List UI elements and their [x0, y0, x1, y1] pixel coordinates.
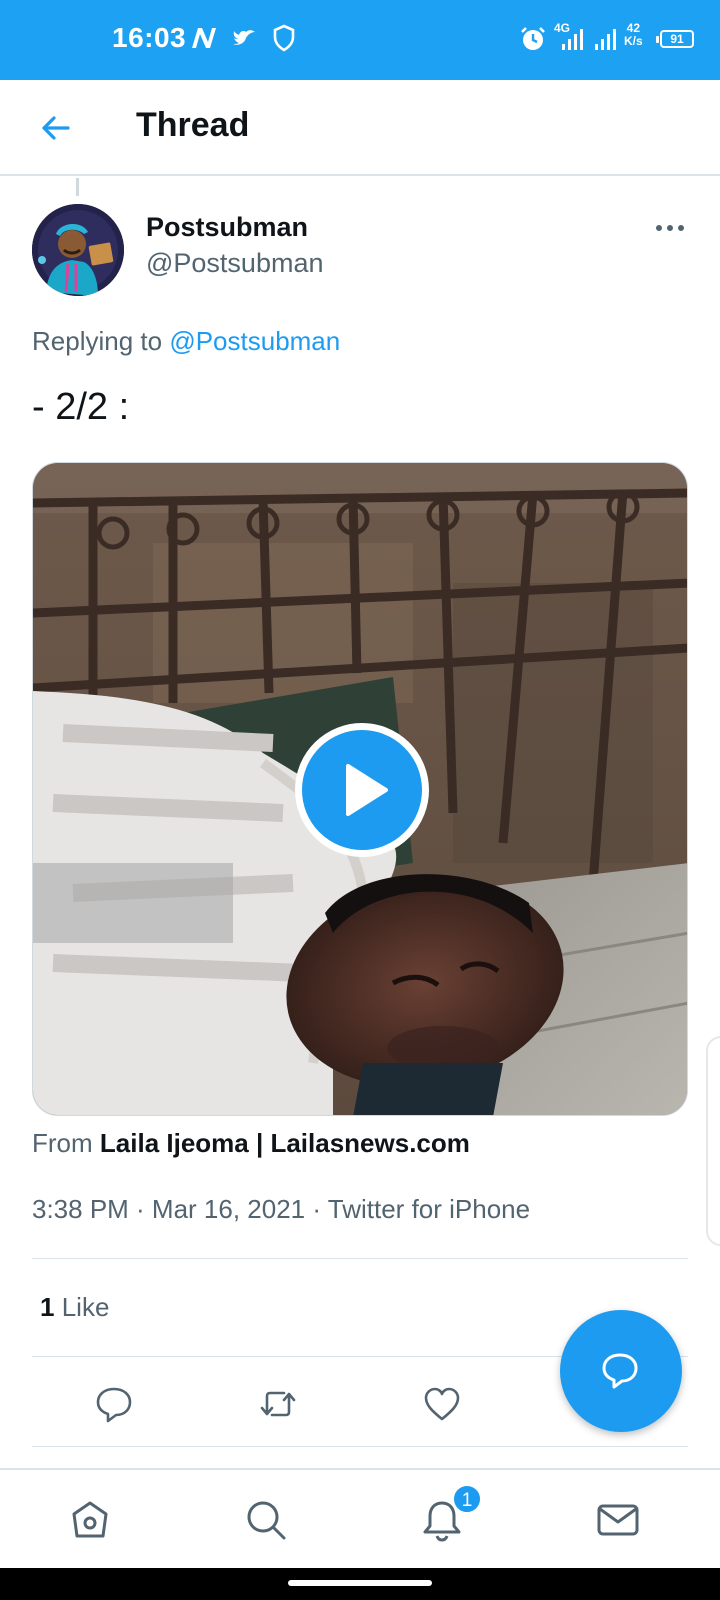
compose-reply-button[interactable]	[560, 1310, 682, 1432]
status-bar: 16:03 4G 42 K/s 91	[0, 0, 720, 80]
avatar-illustration	[32, 204, 124, 296]
twitter-bird-icon	[233, 30, 255, 45]
battery-indicator: 91	[656, 30, 694, 48]
play-icon	[346, 764, 388, 816]
likes-summary[interactable]: 1 Like	[40, 1292, 109, 1323]
search-icon[interactable]	[244, 1498, 288, 1542]
tweet-text: - 2/2 :	[32, 386, 130, 428]
system-gesture-bar	[0, 1568, 720, 1600]
replying-mention-link[interactable]: @Postsubman	[169, 326, 340, 356]
messages-icon[interactable]	[596, 1498, 640, 1542]
media-source: From Laila Ijeoma | Lailasnews.com	[32, 1128, 470, 1159]
alarm-icon	[521, 27, 545, 50]
like-label: Like	[61, 1292, 110, 1322]
replying-prefix: Replying to	[32, 326, 163, 356]
source-prefix: From	[32, 1128, 93, 1158]
tweet-timestamp[interactable]: 3:38 PM · Mar 16, 2021 · Twitter for iPh…	[32, 1194, 530, 1225]
more-options-icon[interactable]	[654, 216, 686, 240]
status-time: 16:03	[112, 22, 187, 53]
reply-icon[interactable]	[94, 1384, 134, 1424]
retweet-icon[interactable]	[258, 1384, 298, 1424]
play-video-button[interactable]	[295, 723, 429, 857]
heart-icon[interactable]	[422, 1384, 462, 1424]
signal-icon	[595, 29, 616, 50]
avatar[interactable]	[32, 204, 124, 296]
author-handle[interactable]: @Postsubman	[146, 248, 324, 279]
author-name[interactable]: Postsubman	[146, 212, 308, 243]
shield-icon	[273, 24, 295, 52]
thread-connector-line	[76, 178, 79, 196]
replying-to: Replying to @Postsubman	[32, 326, 340, 357]
divider	[32, 1446, 688, 1447]
edge-panel-handle[interactable]	[706, 1036, 720, 1246]
like-count: 1	[40, 1292, 55, 1322]
bottom-navigation: 1	[0, 1468, 720, 1568]
page-title: Thread	[136, 106, 250, 144]
video-thumbnail[interactable]	[32, 462, 688, 1116]
divider	[32, 1258, 688, 1259]
notification-badge: 1	[452, 1484, 482, 1514]
compose-reply-icon	[602, 1353, 638, 1389]
home-icon[interactable]	[68, 1498, 112, 1542]
network-speed: 42 K/s	[624, 21, 643, 48]
signal-icon	[562, 29, 583, 50]
thread-header: Thread	[0, 80, 720, 176]
news-app-icon	[192, 28, 216, 48]
home-gesture-pill[interactable]	[288, 1580, 432, 1586]
source-name-link[interactable]: Laila Ijeoma | Lailasnews.com	[100, 1128, 470, 1158]
back-arrow-icon[interactable]	[38, 110, 74, 146]
